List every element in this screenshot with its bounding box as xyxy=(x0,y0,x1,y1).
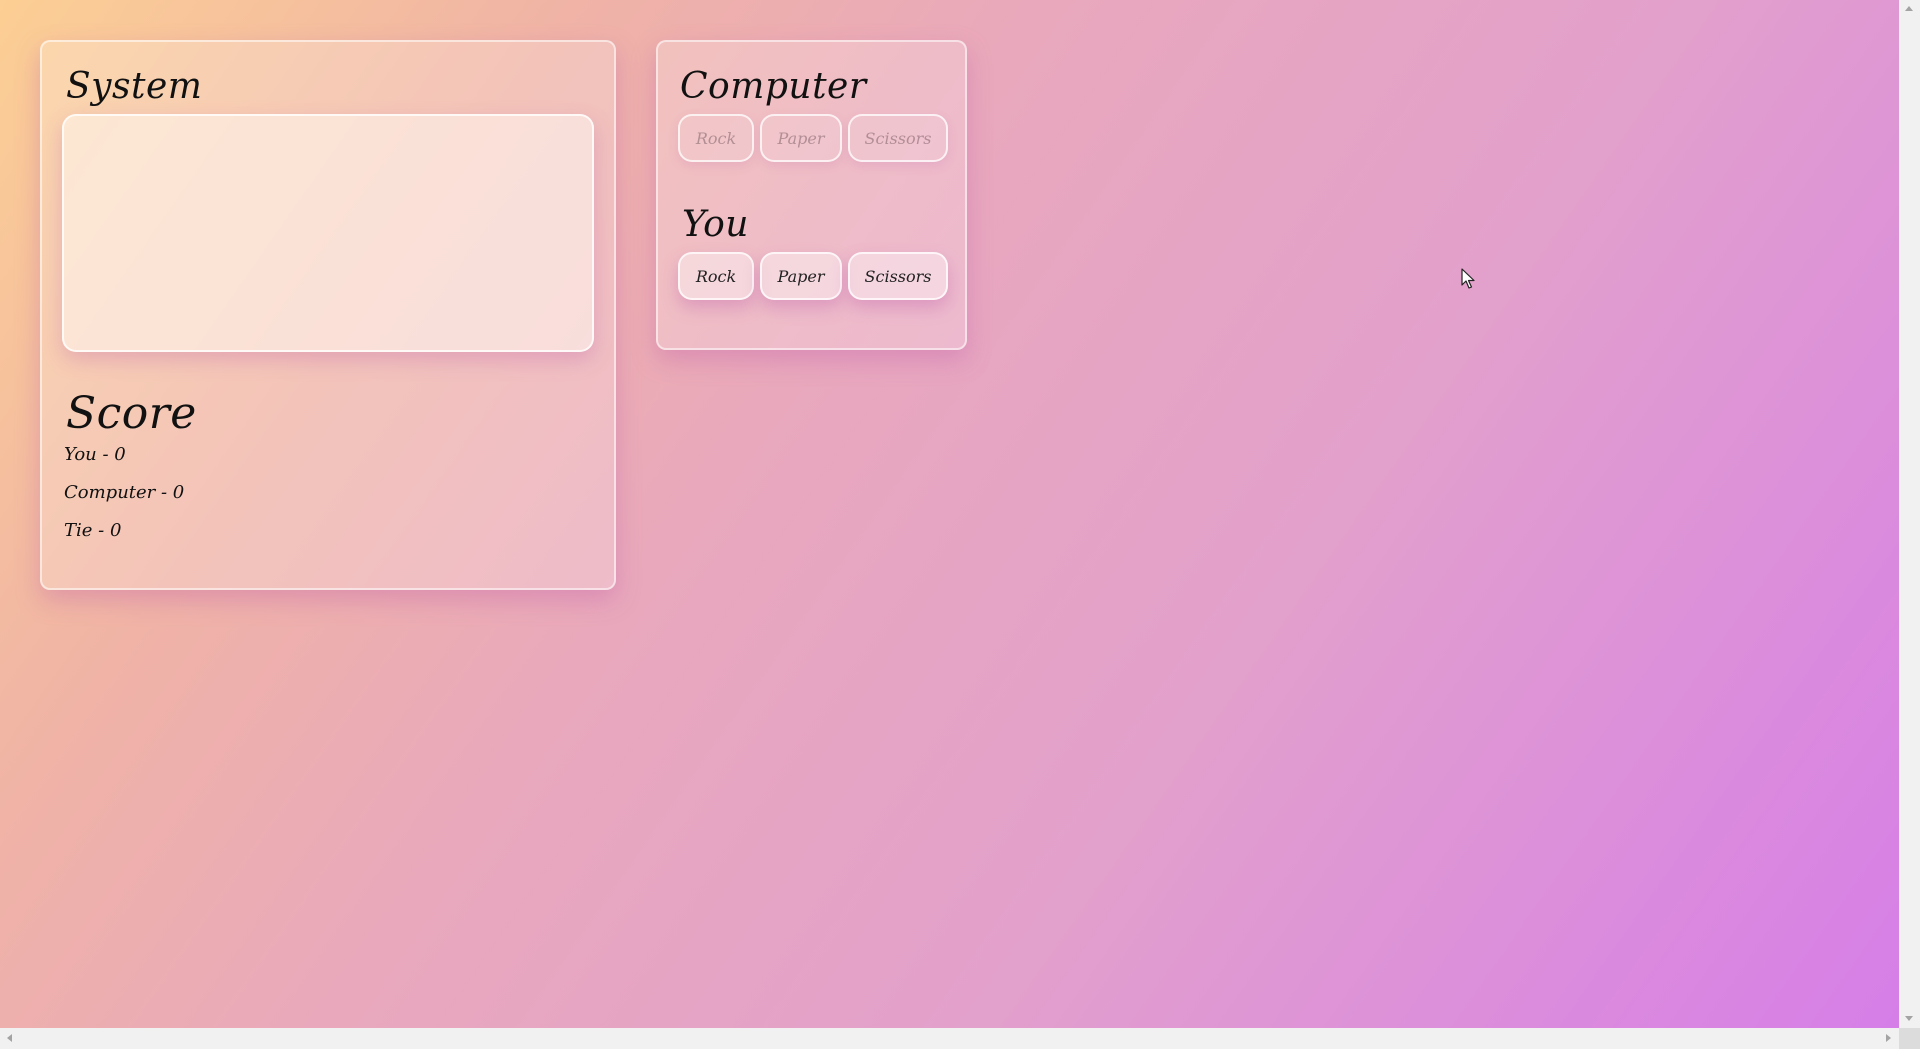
system-heading: System xyxy=(66,66,203,107)
score-heading: Score xyxy=(66,388,197,439)
you-rock-button[interactable]: Rock xyxy=(678,252,754,300)
system-log-box xyxy=(62,114,594,352)
scrollbar-corner xyxy=(1899,1028,1920,1049)
vertical-scrollbar[interactable] xyxy=(1899,0,1920,1028)
choices-panel: Computer Rock Paper Scissors You Rock Pa… xyxy=(656,40,967,350)
computer-heading: Computer xyxy=(680,66,867,107)
you-heading: You xyxy=(682,204,749,245)
score-computer: Computer - 0 xyxy=(64,482,185,503)
scroll-left-icon[interactable] xyxy=(7,1034,12,1042)
you-scissors-button[interactable]: Scissors xyxy=(848,252,948,300)
scroll-up-icon[interactable] xyxy=(1905,6,1913,11)
score-you: You - 0 xyxy=(64,444,126,465)
system-score-panel: System Score You - 0 Computer - 0 Tie - … xyxy=(40,40,616,590)
game-page: System Score You - 0 Computer - 0 Tie - … xyxy=(0,0,1899,1028)
you-paper-button[interactable]: Paper xyxy=(760,252,842,300)
computer-rock-button: Rock xyxy=(678,114,754,162)
mouse-pointer-icon xyxy=(1461,268,1475,289)
scroll-down-icon[interactable] xyxy=(1905,1016,1913,1021)
computer-paper-button: Paper xyxy=(760,114,842,162)
horizontal-scrollbar[interactable] xyxy=(0,1028,1899,1049)
score-tie: Tie - 0 xyxy=(64,520,122,541)
scroll-right-icon[interactable] xyxy=(1886,1034,1891,1042)
computer-scissors-button: Scissors xyxy=(848,114,948,162)
